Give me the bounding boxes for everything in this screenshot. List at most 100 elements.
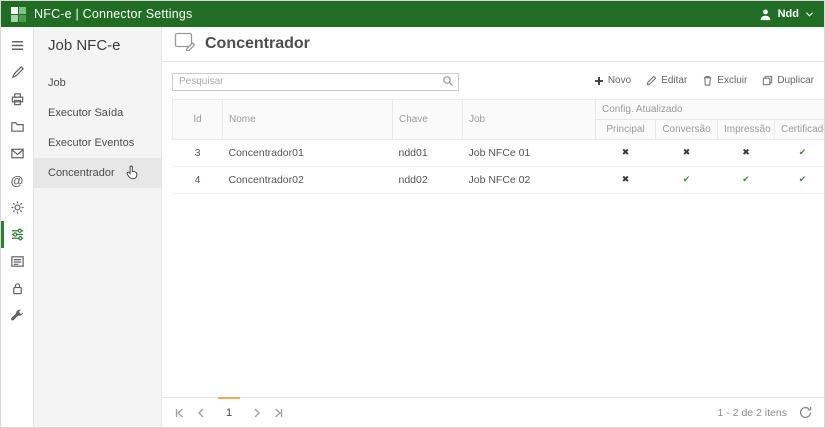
status-certificado-icon: ✔	[775, 139, 825, 166]
page-number-current[interactable]: 1	[218, 398, 240, 427]
pager-bar: 1 1 - 2 de 2 itens	[162, 397, 824, 427]
pager-status: 1 - 2 de 2 itens	[718, 407, 787, 419]
folder-icon	[10, 119, 25, 134]
sidebar-item-job[interactable]: Job	[34, 68, 161, 98]
icon-rail: @	[1, 27, 34, 427]
duplicar-button[interactable]: Duplicar	[762, 75, 814, 86]
refresh-button[interactable]	[799, 406, 812, 419]
brush-icon	[10, 65, 25, 80]
chevron-down-icon	[805, 11, 814, 18]
cell-nome: Concentrador01	[223, 139, 393, 166]
gear-icon	[10, 200, 25, 215]
sidebar-item-executor-eventos[interactable]: Executor Eventos	[34, 128, 161, 158]
concentrador-page-icon	[174, 32, 196, 56]
column-header-nome[interactable]: Nome	[223, 99, 393, 139]
novo-button[interactable]: Novo	[594, 75, 631, 86]
sidebar-item-label: Executor Saída	[48, 107, 123, 119]
sidebar-item-concentrador[interactable]: Concentrador	[34, 158, 161, 188]
duplicate-icon	[762, 75, 773, 86]
concentrador-table: Id Nome Chave Job Config. Atualizado Pri…	[172, 99, 824, 194]
toolbar: Novo Editar Excluir Duplicar	[594, 75, 814, 86]
topbar: NFC-e | Connector Settings Ndd	[1, 1, 824, 27]
rail-item-printer[interactable]	[1, 86, 33, 113]
sidebar-item-label: Job	[48, 77, 66, 89]
cell-job: Job NFCe 01	[463, 139, 596, 166]
rail-item-at[interactable]: @	[1, 167, 33, 194]
search-input[interactable]	[172, 73, 459, 91]
user-name: Ndd	[778, 8, 799, 20]
sidebar: Job NFC-e Job Executor Saída Executor Ev…	[34, 27, 162, 427]
status-certificado-icon: ✔	[775, 166, 825, 193]
rail-item-settings[interactable]	[1, 194, 33, 221]
plus-icon	[594, 76, 604, 86]
cell-id: 4	[173, 166, 223, 193]
rail-item-brush[interactable]	[1, 59, 33, 86]
app-window: NFC-e | Connector Settings Ndd @ Job NFC…	[0, 0, 825, 428]
duplicar-label: Duplicar	[777, 75, 814, 86]
column-header-job[interactable]: Job	[463, 99, 596, 139]
novo-label: Novo	[608, 75, 631, 86]
status-impressao-icon: ✔	[718, 166, 775, 193]
last-page-button[interactable]	[274, 408, 284, 418]
search-icon[interactable]	[442, 74, 454, 92]
rail-item-mail[interactable]	[1, 140, 33, 167]
content-area: Novo Editar Excluir Duplicar	[162, 62, 824, 194]
editar-label: Editar	[661, 75, 687, 86]
user-icon	[759, 8, 772, 21]
sliders-icon	[10, 227, 25, 242]
status-principal-icon: ✖	[596, 139, 656, 166]
cell-chave: ndd02	[393, 166, 463, 193]
rail-item-folder[interactable]	[1, 113, 33, 140]
sidebar-item-label: Concentrador	[48, 167, 115, 179]
cell-chave: ndd01	[393, 139, 463, 166]
at-icon: @	[11, 173, 24, 188]
table-row[interactable]: 4 Concentrador02 ndd02 Job NFCe 02 ✖ ✔ ✔…	[173, 166, 825, 193]
column-group-config-atualizado: Config. Atualizado	[596, 99, 825, 119]
rail-item-menu[interactable]	[1, 32, 33, 59]
sidebar-title: Job NFC-e	[34, 27, 161, 68]
column-header-chave[interactable]: Chave	[393, 99, 463, 139]
rail-item-connector-settings[interactable]	[1, 221, 33, 248]
wrench-icon	[10, 308, 25, 323]
printer-icon	[10, 92, 25, 107]
rail-item-security[interactable]	[1, 275, 33, 302]
edit-icon	[646, 75, 657, 86]
status-conversao-icon: ✖	[656, 139, 718, 166]
page-header: Concentrador	[162, 27, 824, 62]
page-title: Concentrador	[205, 35, 310, 53]
next-page-button[interactable]	[252, 408, 262, 418]
first-page-button[interactable]	[174, 408, 184, 418]
column-header-principal[interactable]: Principal	[596, 119, 656, 139]
list-card-icon	[10, 254, 25, 269]
mail-icon	[10, 146, 25, 161]
app-logo-icon	[11, 7, 26, 22]
rail-item-list[interactable]	[1, 248, 33, 275]
cell-id: 3	[173, 139, 223, 166]
trash-icon	[702, 75, 713, 86]
sidebar-item-executor-saida[interactable]: Executor Saída	[34, 98, 161, 128]
rail-item-tools[interactable]	[1, 302, 33, 329]
sidebar-item-label: Executor Eventos	[48, 137, 134, 149]
status-impressao-icon: ✖	[718, 139, 775, 166]
excluir-button[interactable]: Excluir	[702, 75, 747, 86]
column-header-id[interactable]: Id	[173, 99, 223, 139]
editar-button[interactable]: Editar	[646, 75, 687, 86]
excluir-label: Excluir	[717, 75, 747, 86]
column-header-conversao[interactable]: Conversão	[656, 119, 718, 139]
menu-icon	[10, 38, 25, 53]
table-row[interactable]: 3 Concentrador01 ndd01 Job NFCe 01 ✖ ✖ ✖…	[173, 139, 825, 166]
cursor-hand-icon	[126, 165, 139, 183]
cell-nome: Concentrador02	[223, 166, 393, 193]
previous-page-button[interactable]	[196, 408, 206, 418]
app-title: NFC-e | Connector Settings	[34, 7, 193, 21]
pager: 1	[174, 398, 284, 427]
user-menu[interactable]: Ndd	[759, 8, 814, 21]
lock-icon	[10, 281, 25, 296]
main-panel: Concentrador Novo	[162, 27, 824, 427]
cell-job: Job NFCe 02	[463, 166, 596, 193]
status-principal-icon: ✖	[596, 166, 656, 193]
column-header-certificado[interactable]: Certificado	[775, 119, 825, 139]
status-conversao-icon: ✔	[656, 166, 718, 193]
column-header-impressao[interactable]: Impressão	[718, 119, 775, 139]
search-box	[172, 71, 459, 91]
